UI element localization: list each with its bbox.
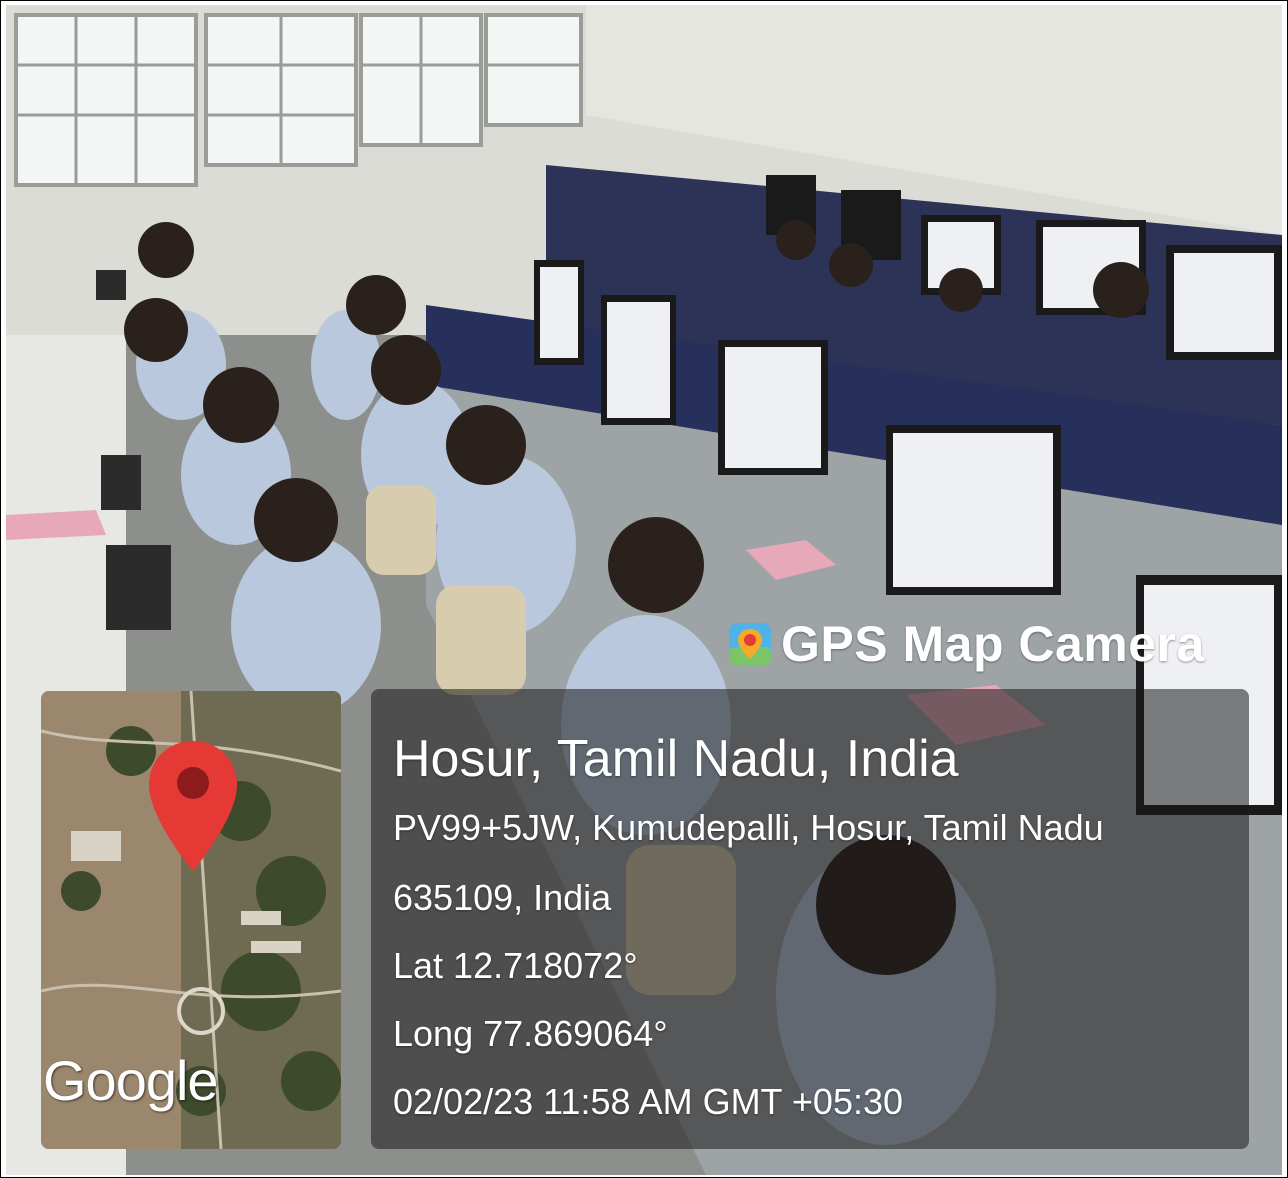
location-info-panel: Hosur, Tamil Nadu, India PV99+5JW, Kumud… — [371, 689, 1249, 1149]
datetime-text: 02/02/23 11:58 AM GMT +05:30 — [393, 1081, 904, 1122]
address-line-2: 635109, India — [393, 877, 612, 918]
address-line-1: PV99+5JW, Kumudepalli, Hosur, Tamil Nadu — [393, 807, 1104, 848]
satellite-map-thumbnail: Google — [41, 691, 341, 1149]
brand-label: GPS Map Camera — [781, 616, 1205, 672]
latitude-text: Lat 12.718072° — [393, 945, 638, 986]
location-title: Hosur, Tamil Nadu, India — [393, 730, 959, 788]
gps-brand: GPS Map Camera — [727, 613, 1205, 675]
google-logo: Google — [43, 1049, 219, 1112]
gps-camera-app-icon — [727, 621, 773, 667]
image-frame: GPS Map Camera Hosur, Tamil Nadu, India … — [0, 0, 1288, 1178]
longitude-text: Long 77.869064° — [393, 1013, 668, 1054]
